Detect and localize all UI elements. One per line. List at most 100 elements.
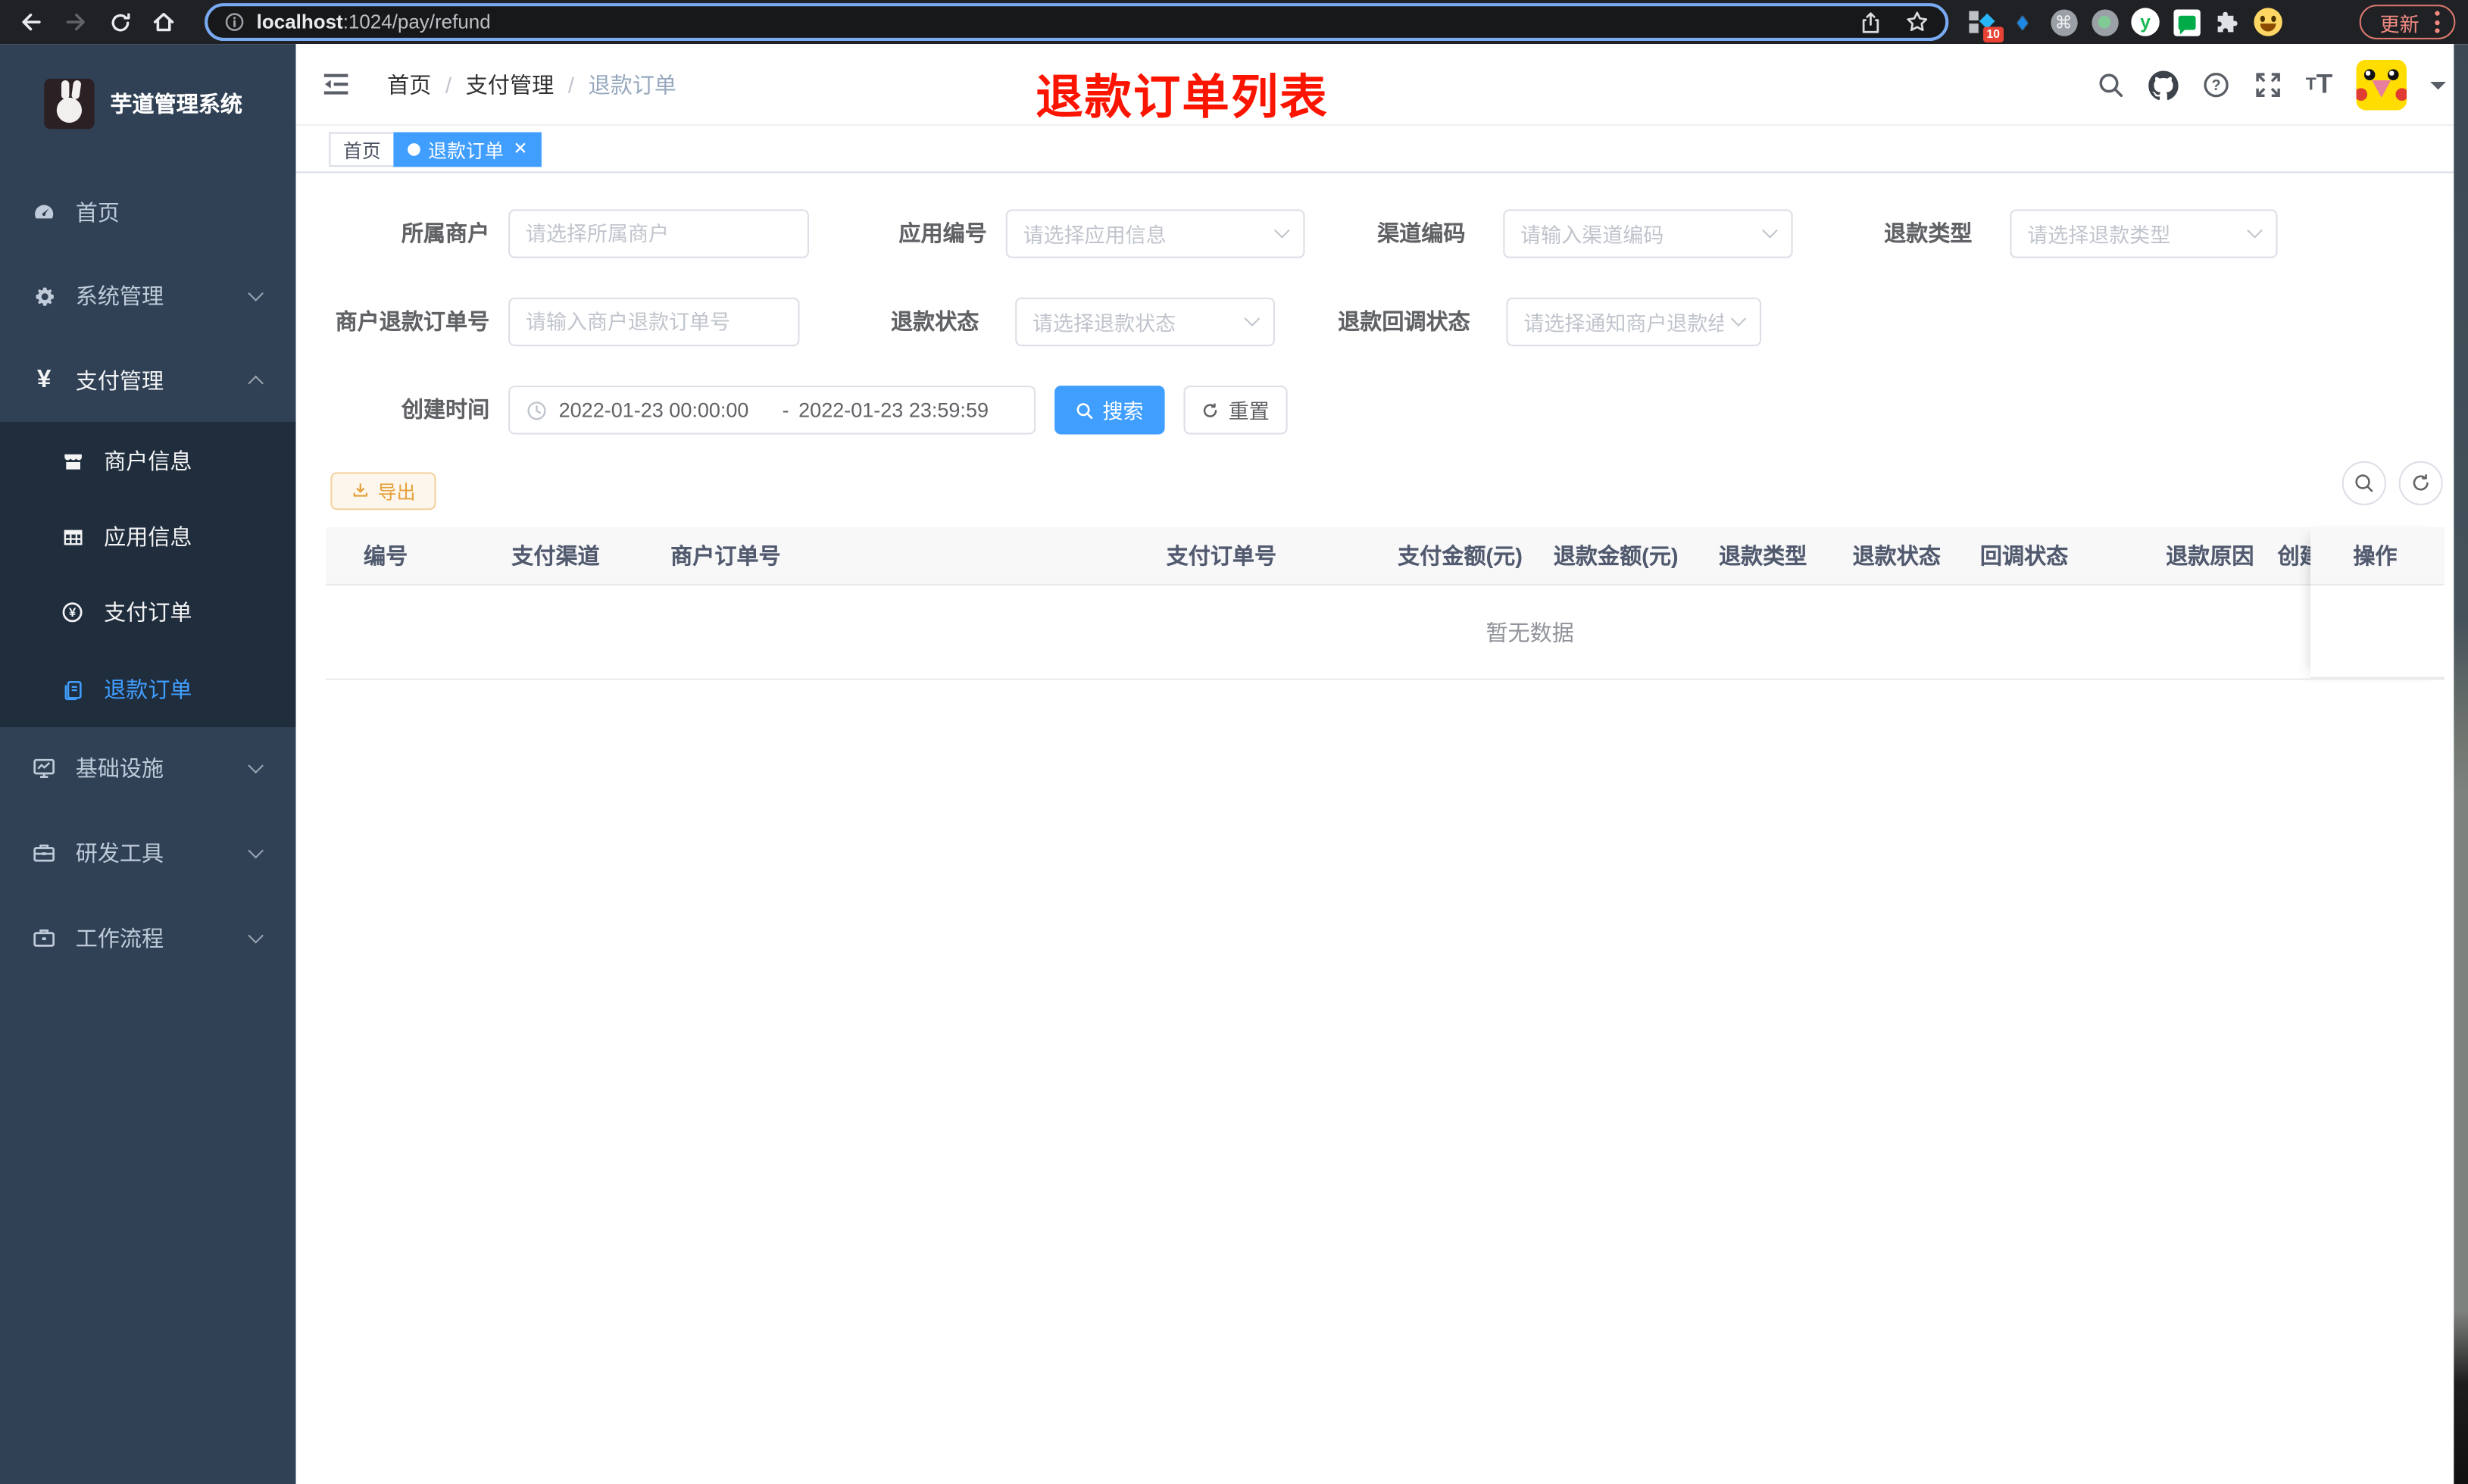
- chevron-down-icon: [248, 927, 264, 944]
- extension-record-icon[interactable]: [2084, 3, 2125, 41]
- url-path: :1024/pay/refund: [342, 11, 491, 33]
- extension-tiles-icon[interactable]: 10: [1961, 3, 2004, 43]
- merchant-input[interactable]: [525, 221, 792, 246]
- profile-avatar-icon[interactable]: [2248, 3, 2288, 41]
- kebab-menu-icon[interactable]: [2435, 11, 2440, 33]
- sidebar-item-workflow[interactable]: 工作流程: [0, 898, 296, 977]
- sidebar-item-dev-tools[interactable]: 研发工具: [0, 814, 296, 892]
- empty-placeholder: 暂无数据: [1485, 620, 1574, 645]
- col-create-time: 创建时间: [2277, 542, 2311, 569]
- channel-select[interactable]: 请输入渠道编码: [1503, 209, 1793, 258]
- browser-toolbar: localhost:1024/pay/refund 10 ♦ ⌘ y 更新: [0, 0, 2468, 45]
- filter-label-create-time: 创建时间: [401, 396, 490, 422]
- breadcrumb-pay[interactable]: 支付管理: [466, 69, 554, 101]
- grid-icon: [60, 525, 85, 548]
- refund-table: 编号 支付渠道 商户订单号 支付订单号 支付金额(元) 退款金额(元) 退款类型…: [326, 527, 2445, 680]
- update-label[interactable]: 更新: [2380, 7, 2420, 36]
- export-button[interactable]: 导出: [330, 472, 436, 511]
- notify-status-select[interactable]: 请选择通知商户退款结果的: [1506, 297, 1762, 347]
- document-icon: [60, 677, 85, 701]
- shop-icon: [60, 449, 85, 473]
- info-icon[interactable]: [223, 11, 245, 33]
- extension-gem-icon[interactable]: ♦: [2002, 3, 2043, 41]
- help-icon[interactable]: ?: [2202, 71, 2230, 99]
- yen-circle-icon: ¥: [60, 600, 85, 625]
- col-pay-order-no: 支付订单号: [1166, 542, 1277, 569]
- home-icon[interactable]: [142, 3, 186, 41]
- filter-label-merchant: 所属商户: [401, 220, 490, 246]
- sidebar: 芋道管理系统 首页 系统管理 ¥ 支付管理 商户信息 应用信息 ¥ 支付订单 退…: [0, 44, 296, 1484]
- url-bar[interactable]: localhost:1024/pay/refund: [205, 3, 1949, 42]
- reload-icon[interactable]: [98, 3, 142, 41]
- briefcase-icon: [32, 926, 57, 951]
- github-icon[interactable]: [2148, 70, 2179, 99]
- toggle-search-button[interactable]: [2341, 461, 2386, 505]
- extension-chat-icon[interactable]: [2166, 3, 2207, 41]
- share-icon[interactable]: [1859, 11, 1882, 34]
- sidebar-item-system[interactable]: 系统管理: [0, 257, 296, 336]
- sidebar-item-refund-order[interactable]: 退款订单: [0, 651, 296, 727]
- tab-home[interactable]: 首页: [329, 132, 395, 167]
- fullscreen-icon[interactable]: [2254, 71, 2282, 99]
- col-merchant-order-no: 商户订单号: [670, 542, 781, 569]
- breadcrumb-home[interactable]: 首页: [387, 69, 431, 101]
- breadcrumb-current: 退款订单: [588, 72, 677, 98]
- chevron-down-icon: [248, 758, 264, 774]
- extension-badge: 10: [1982, 27, 2004, 43]
- merchant-refund-no-input-wrap[interactable]: [508, 297, 800, 347]
- sidebar-item-pay[interactable]: ¥ 支付管理: [0, 342, 296, 420]
- extension-y-icon[interactable]: y: [2125, 3, 2166, 41]
- sidebar-item-infra[interactable]: 基础设施: [0, 729, 296, 808]
- date-end[interactable]: 2022-01-23 23:59:59: [798, 398, 1013, 422]
- chevron-down-icon: [248, 286, 264, 301]
- merchant-refund-no-input[interactable]: [525, 310, 783, 334]
- page-scrollbar[interactable]: [2454, 44, 2468, 1484]
- sidebar-item-pay-order[interactable]: ¥ 支付订单: [0, 574, 296, 650]
- merchant-select[interactable]: [508, 209, 809, 258]
- yen-icon: ¥: [36, 367, 52, 394]
- filter-label-notify-status: 退款回调状态: [1338, 308, 1470, 334]
- extensions-puzzle-icon[interactable]: [2207, 3, 2248, 41]
- col-refund-status: 退款状态: [1852, 542, 1941, 569]
- tags-view-bar: 首页 退款订单 ✕: [295, 126, 2468, 173]
- col-pay-amount: 支付金额(元): [1398, 542, 1523, 569]
- col-id: 编号: [363, 542, 408, 569]
- sidebar-item-home[interactable]: 首页: [0, 173, 296, 252]
- forward-icon[interactable]: [54, 3, 98, 41]
- user-avatar[interactable]: [2356, 59, 2407, 111]
- gear-icon: [32, 284, 57, 308]
- date-range-picker[interactable]: 2022-01-23 00:00:00 - 2022-01-23 23:59:5…: [508, 386, 1036, 435]
- font-size-icon[interactable]: TT: [2306, 69, 2333, 101]
- col-refund-reason: 退款原因: [2166, 542, 2254, 569]
- chevron-up-icon: [248, 375, 264, 392]
- date-start[interactable]: 2022-01-23 00:00:00: [559, 398, 773, 422]
- sidebar-logo[interactable]: 芋道管理系统: [0, 60, 296, 148]
- sidebar-item-app-info[interactable]: 应用信息: [0, 499, 296, 575]
- filter-label-refund-type: 退款类型: [1884, 220, 1973, 246]
- back-icon[interactable]: [9, 3, 53, 41]
- chevron-down-icon: [2247, 223, 2263, 239]
- chevron-down-icon: [1730, 311, 1747, 327]
- refresh-list-button[interactable]: [2398, 461, 2443, 505]
- browser-update-menu[interactable]: 更新: [2359, 5, 2456, 39]
- table-body: 暂无数据: [326, 585, 2445, 680]
- url-host: localhost: [256, 11, 343, 33]
- collapse-sidebar-icon[interactable]: [321, 69, 351, 107]
- reset-button[interactable]: 重置: [1183, 386, 1288, 435]
- close-icon[interactable]: ✕: [513, 140, 527, 158]
- refresh-icon: [2413, 474, 2429, 491]
- app-title: 芋道管理系统: [110, 91, 242, 117]
- sidebar-item-merchant-info[interactable]: 商户信息: [0, 423, 296, 499]
- caret-down-icon[interactable]: [2430, 81, 2446, 97]
- col-pay-channel: 支付渠道: [511, 542, 600, 569]
- browser-window: localhost:1024/pay/refund 10 ♦ ⌘ y 更新 芋…: [0, 0, 2468, 1484]
- fixed-action-column: 操作: [2310, 527, 2445, 680]
- search-icon[interactable]: [2096, 71, 2124, 99]
- extension-command-icon[interactable]: ⌘: [2043, 3, 2084, 41]
- bookmark-star-icon[interactable]: [1904, 9, 1929, 34]
- refund-type-select[interactable]: 请选择退款类型: [2010, 209, 2278, 258]
- search-button[interactable]: 搜索: [1054, 386, 1165, 435]
- refresh-icon: [1204, 402, 1218, 417]
- tab-refund-order[interactable]: 退款订单 ✕: [393, 132, 542, 167]
- clock-icon: [527, 401, 546, 420]
